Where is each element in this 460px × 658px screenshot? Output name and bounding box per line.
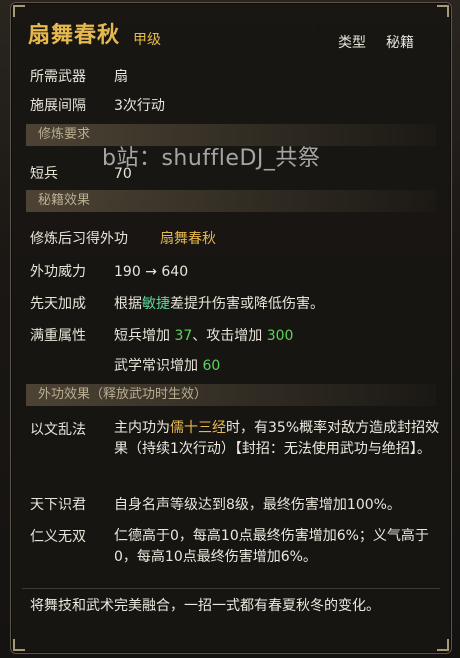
yijing-pre: 主内功为 [114, 420, 170, 436]
renyi-text: 仁德高于0，每高10点最终伤害增加6%；义气高于0，每高10点最终伤害增加6%。 [114, 528, 429, 565]
power-from: 190 [114, 264, 141, 280]
item-title: 扇舞春秋 [28, 23, 121, 48]
full-stat-a: 短兵增加 [114, 328, 170, 344]
item-grade: 甲级 [133, 32, 161, 48]
power-to: 640 [161, 264, 189, 280]
yijing-text: 主内功为儒十三经时，有35%概率对敌方造成封招效果（持续1次行动）【封招：无法使… [114, 418, 444, 460]
section-title: 外功效果（释放武功时生效） [38, 387, 208, 402]
full-stat-b-value: 300 [266, 328, 294, 344]
learned-value: 扇舞春秋 [160, 231, 216, 247]
innate-text: 根据敏捷差提升伤害或降低伤害。 [114, 295, 324, 313]
innate-attr: 敏捷 [142, 296, 170, 312]
watermark: b站：shuffleDJ_共祭 [102, 146, 321, 171]
type-value: 秘籍 [386, 35, 414, 51]
full-line1: 短兵增加 37、攻击增加 300 [114, 327, 293, 345]
full-stat-c: 武学常识增加 [114, 358, 198, 374]
divider [22, 588, 440, 589]
weapon-label: 所需武器 [30, 69, 86, 85]
requirement-label: 短兵 [30, 166, 58, 182]
innate-label: 先天加成 [30, 296, 86, 312]
full-line2: 武学常识增加 60 [114, 357, 220, 375]
full-sep: 、攻击增加 [192, 328, 263, 344]
section-header-external: 外功效果（释放武功时生效） [26, 384, 436, 406]
power-label: 外功威力 [30, 264, 86, 280]
full-label: 满重属性 [30, 328, 86, 344]
corner-ornament [13, 5, 25, 17]
section-title: 秘籍效果 [38, 193, 91, 208]
innate-pre: 根据 [114, 296, 142, 312]
arrow-icon: → [145, 264, 157, 280]
yijing-label: 以文乱法 [30, 422, 86, 438]
innate-post: 差提升伤害或降低伤害。 [170, 296, 324, 312]
corner-ornament [13, 639, 25, 651]
section-header-effects: 秘籍效果 [26, 190, 436, 212]
power-values: 190 → 640 [114, 263, 188, 281]
type-label: 类型 [338, 35, 366, 51]
corner-ornament [437, 639, 449, 651]
interval-label: 施展间隔 [30, 98, 86, 114]
flavor-text: 将舞技和武术完美融合，一招一式都有春夏秋冬的变化。 [30, 598, 380, 614]
game-screen: 扇舞春秋 甲级 类型 秘籍 所需武器 扇 施展间隔 3次行动 修炼要求 短兵 7… [0, 0, 460, 658]
section-title: 修炼要求 [38, 127, 91, 142]
full-stat-c-value: 60 [202, 358, 221, 374]
interval-value: 3次行动 [114, 98, 165, 114]
corner-ornament [437, 5, 449, 17]
learned-label: 修炼后习得外功 [30, 231, 128, 247]
yijing-kungfu: 儒十三经 [170, 420, 226, 436]
weapon-value: 扇 [114, 69, 128, 85]
full-stat-a-value: 37 [174, 328, 193, 344]
renyi-label: 仁义无双 [30, 529, 86, 545]
tianxia-text: 自身名声等级达到8级，最终伤害增加100%。 [114, 497, 401, 513]
tianxia-label: 天下识君 [30, 497, 86, 513]
